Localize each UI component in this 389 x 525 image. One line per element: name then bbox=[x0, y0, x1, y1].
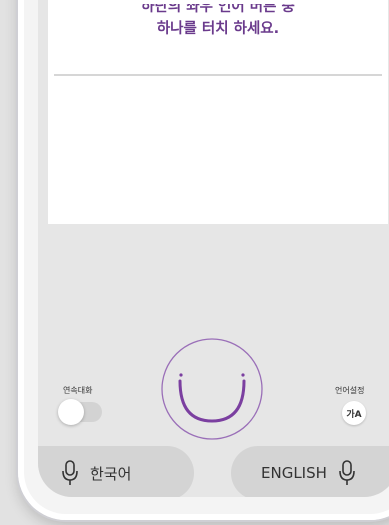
language-settings-button[interactable]: 가A bbox=[342, 401, 366, 425]
divider bbox=[54, 74, 382, 76]
korean-label: 한국어 bbox=[90, 464, 132, 483]
phone-screen: 하단의 좌우 언어 버튼 중 하나를 터치 하세요. 연속대화 언어설정 가A bbox=[38, 0, 389, 497]
instruction-line-2: 하나를 터치 하세요. bbox=[156, 21, 280, 37]
voice-smile-button[interactable] bbox=[160, 337, 264, 441]
left-eye-icon bbox=[179, 373, 183, 377]
app-stage: 하단의 좌우 언어 버튼 중 하나를 터치 하세요. 연속대화 언어설정 가A bbox=[0, 0, 389, 525]
smile-ring-icon bbox=[161, 338, 263, 440]
toggle-knob bbox=[58, 399, 84, 425]
microphone-icon bbox=[339, 460, 355, 485]
english-language-button[interactable]: ENGLISH bbox=[231, 446, 389, 497]
instruction-text: 하단의 좌우 언어 버튼 중 하나를 터치 하세요. bbox=[48, 4, 388, 40]
korean-language-button[interactable]: 한국어 bbox=[38, 446, 194, 497]
language-icon: 가A bbox=[346, 409, 362, 420]
smile-face-icon bbox=[178, 379, 246, 423]
right-eye-icon bbox=[241, 373, 245, 377]
continuous-chat-toggle[interactable] bbox=[58, 399, 102, 425]
language-settings-label: 언어설정 bbox=[335, 386, 365, 395]
instruction-line-1: 하단의 좌우 언어 버튼 중 bbox=[141, 4, 295, 15]
translation-panel: 하단의 좌우 언어 버튼 중 하나를 터치 하세요. bbox=[48, 0, 388, 224]
english-label: ENGLISH bbox=[261, 464, 327, 482]
microphone-icon bbox=[62, 460, 78, 485]
continuous-chat-label: 연속대화 bbox=[63, 386, 93, 395]
